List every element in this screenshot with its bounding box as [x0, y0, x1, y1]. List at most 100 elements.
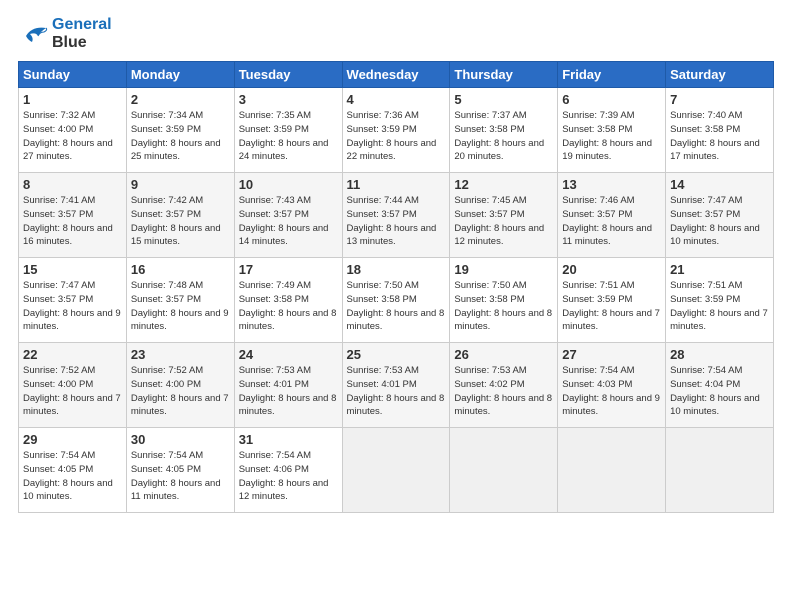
col-tuesday: Tuesday	[234, 62, 342, 88]
calendar-day-cell: 25 Sunrise: 7:53 AMSunset: 4:01 PMDayligh…	[342, 343, 450, 428]
day-info: Sunrise: 7:51 AMSunset: 3:59 PMDaylight:…	[562, 279, 661, 334]
day-info: Sunrise: 7:54 AMSunset: 4:06 PMDaylight:…	[239, 449, 338, 504]
day-number: 10	[239, 177, 338, 192]
day-info: Sunrise: 7:43 AMSunset: 3:57 PMDaylight:…	[239, 194, 338, 249]
day-number: 7	[670, 92, 769, 107]
day-info: Sunrise: 7:41 AMSunset: 3:57 PMDaylight:…	[23, 194, 122, 249]
day-number: 27	[562, 347, 661, 362]
calendar-day-cell	[666, 428, 774, 513]
day-info: Sunrise: 7:54 AMSunset: 4:05 PMDaylight:…	[131, 449, 230, 504]
day-info: Sunrise: 7:39 AMSunset: 3:58 PMDaylight:…	[562, 109, 661, 164]
calendar-day-cell: 23 Sunrise: 7:52 AMSunset: 4:00 PMDayligh…	[126, 343, 234, 428]
calendar-day-cell: 12 Sunrise: 7:45 AMSunset: 3:57 PMDayligh…	[450, 173, 558, 258]
calendar-day-cell: 22Sunrise: 7:52 AMSunset: 4:00 PMDayligh…	[19, 343, 127, 428]
day-number: 8	[23, 177, 122, 192]
day-number: 5	[454, 92, 553, 107]
calendar-day-cell: 27 Sunrise: 7:54 AMSunset: 4:03 PMDayligh…	[558, 343, 666, 428]
day-info: Sunrise: 7:50 AMSunset: 3:58 PMDaylight:…	[347, 279, 446, 334]
day-info: Sunrise: 7:54 AMSunset: 4:05 PMDaylight:…	[23, 449, 122, 504]
col-friday: Friday	[558, 62, 666, 88]
calendar-week-row: 15 Sunrise: 7:47 AMSunset: 3:57 PMDayligh…	[19, 258, 774, 343]
calendar-day-cell: 8 Sunrise: 7:41 AMSunset: 3:57 PMDaylight…	[19, 173, 127, 258]
day-number: 26	[454, 347, 553, 362]
day-number: 18	[347, 262, 446, 277]
calendar-day-cell: 20 Sunrise: 7:51 AMSunset: 3:59 PMDayligh…	[558, 258, 666, 343]
logo-bird-icon	[18, 22, 48, 46]
calendar-body: 1 Sunrise: 7:32 AMSunset: 4:00 PMDaylight…	[19, 88, 774, 513]
calendar-day-cell: 17 Sunrise: 7:49 AMSunset: 3:58 PMDayligh…	[234, 258, 342, 343]
calendar-week-row: 22Sunrise: 7:52 AMSunset: 4:00 PMDayligh…	[19, 343, 774, 428]
calendar-day-cell: 4 Sunrise: 7:36 AMSunset: 3:59 PMDaylight…	[342, 88, 450, 173]
calendar-week-row: 29Sunrise: 7:54 AMSunset: 4:05 PMDayligh…	[19, 428, 774, 513]
day-number: 6	[562, 92, 661, 107]
day-info: Sunrise: 7:37 AMSunset: 3:58 PMDaylight:…	[454, 109, 553, 164]
calendar-day-cell: 5 Sunrise: 7:37 AMSunset: 3:58 PMDaylight…	[450, 88, 558, 173]
day-number: 2	[131, 92, 230, 107]
calendar-day-cell: 11 Sunrise: 7:44 AMSunset: 3:57 PMDayligh…	[342, 173, 450, 258]
day-info: Sunrise: 7:52 AMSunset: 4:00 PMDaylight:…	[131, 364, 230, 419]
calendar-day-cell: 15 Sunrise: 7:47 AMSunset: 3:57 PMDayligh…	[19, 258, 127, 343]
calendar-day-cell: 1 Sunrise: 7:32 AMSunset: 4:00 PMDaylight…	[19, 88, 127, 173]
calendar-day-cell: 2Sunrise: 7:34 AMSunset: 3:59 PMDaylight…	[126, 88, 234, 173]
col-thursday: Thursday	[450, 62, 558, 88]
col-wednesday: Wednesday	[342, 62, 450, 88]
day-number: 15	[23, 262, 122, 277]
day-info: Sunrise: 7:40 AMSunset: 3:58 PMDaylight:…	[670, 109, 769, 164]
calendar-table: Sunday Monday Tuesday Wednesday Thursday…	[18, 61, 774, 513]
day-number: 12	[454, 177, 553, 192]
day-info: Sunrise: 7:52 AMSunset: 4:00 PMDaylight:…	[23, 364, 122, 419]
calendar-day-cell: 21 Sunrise: 7:51 AMSunset: 3:59 PMDayligh…	[666, 258, 774, 343]
calendar-day-cell: 6 Sunrise: 7:39 AMSunset: 3:58 PMDaylight…	[558, 88, 666, 173]
day-number: 31	[239, 432, 338, 447]
day-info: Sunrise: 7:35 AMSunset: 3:59 PMDaylight:…	[239, 109, 338, 164]
calendar-day-cell: 24Sunrise: 7:53 AMSunset: 4:01 PMDayligh…	[234, 343, 342, 428]
day-info: Sunrise: 7:42 AMSunset: 3:57 PMDaylight:…	[131, 194, 230, 249]
day-number: 16	[131, 262, 230, 277]
day-number: 24	[239, 347, 338, 362]
day-info: Sunrise: 7:49 AMSunset: 3:58 PMDaylight:…	[239, 279, 338, 334]
day-info: Sunrise: 7:45 AMSunset: 3:57 PMDaylight:…	[454, 194, 553, 249]
calendar-day-cell: 13Sunrise: 7:46 AMSunset: 3:57 PMDayligh…	[558, 173, 666, 258]
day-number: 9	[131, 177, 230, 192]
day-info: Sunrise: 7:32 AMSunset: 4:00 PMDaylight:…	[23, 109, 122, 164]
day-number: 14	[670, 177, 769, 192]
day-info: Sunrise: 7:54 AMSunset: 4:04 PMDaylight:…	[670, 364, 769, 419]
day-number: 25	[347, 347, 446, 362]
day-number: 1	[23, 92, 122, 107]
day-number: 4	[347, 92, 446, 107]
calendar-day-cell: 31 Sunrise: 7:54 AMSunset: 4:06 PMDayligh…	[234, 428, 342, 513]
calendar-day-cell: 14Sunrise: 7:47 AMSunset: 3:57 PMDayligh…	[666, 173, 774, 258]
calendar-day-cell: 3 Sunrise: 7:35 AMSunset: 3:59 PMDaylight…	[234, 88, 342, 173]
day-number: 30	[131, 432, 230, 447]
calendar-week-row: 1 Sunrise: 7:32 AMSunset: 4:00 PMDaylight…	[19, 88, 774, 173]
day-info: Sunrise: 7:47 AMSunset: 3:57 PMDaylight:…	[23, 279, 122, 334]
day-info: Sunrise: 7:54 AMSunset: 4:03 PMDaylight:…	[562, 364, 661, 419]
day-number: 21	[670, 262, 769, 277]
day-number: 17	[239, 262, 338, 277]
day-number: 23	[131, 347, 230, 362]
header-row: Sunday Monday Tuesday Wednesday Thursday…	[19, 62, 774, 88]
day-number: 19	[454, 262, 553, 277]
day-info: Sunrise: 7:46 AMSunset: 3:57 PMDaylight:…	[562, 194, 661, 249]
calendar-day-cell	[558, 428, 666, 513]
calendar-day-cell: 10 Sunrise: 7:43 AMSunset: 3:57 PMDayligh…	[234, 173, 342, 258]
day-number: 3	[239, 92, 338, 107]
day-number: 20	[562, 262, 661, 277]
calendar-day-cell: 26Sunrise: 7:53 AMSunset: 4:02 PMDayligh…	[450, 343, 558, 428]
calendar-day-cell: 9 Sunrise: 7:42 AMSunset: 3:57 PMDaylight…	[126, 173, 234, 258]
day-info: Sunrise: 7:36 AMSunset: 3:59 PMDaylight:…	[347, 109, 446, 164]
calendar-day-cell: 16Sunrise: 7:48 AMSunset: 3:57 PMDayligh…	[126, 258, 234, 343]
col-monday: Monday	[126, 62, 234, 88]
col-saturday: Saturday	[666, 62, 774, 88]
day-info: Sunrise: 7:50 AMSunset: 3:58 PMDaylight:…	[454, 279, 553, 334]
calendar-day-cell	[342, 428, 450, 513]
calendar-day-cell: 18 Sunrise: 7:50 AMSunset: 3:58 PMDayligh…	[342, 258, 450, 343]
day-number: 28	[670, 347, 769, 362]
day-info: Sunrise: 7:53 AMSunset: 4:01 PMDaylight:…	[347, 364, 446, 419]
calendar-day-cell: 30 Sunrise: 7:54 AMSunset: 4:05 PMDayligh…	[126, 428, 234, 513]
day-number: 11	[347, 177, 446, 192]
calendar-week-row: 8 Sunrise: 7:41 AMSunset: 3:57 PMDaylight…	[19, 173, 774, 258]
day-info: Sunrise: 7:44 AMSunset: 3:57 PMDaylight:…	[347, 194, 446, 249]
header: General Blue	[18, 16, 774, 51]
day-info: Sunrise: 7:51 AMSunset: 3:59 PMDaylight:…	[670, 279, 769, 334]
